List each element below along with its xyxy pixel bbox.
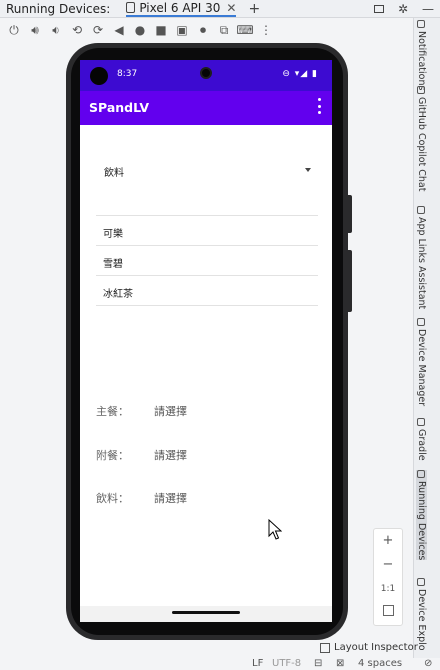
lock-icon[interactable]: ⊟ bbox=[314, 658, 322, 669]
bell-icon bbox=[417, 20, 426, 28]
volume-button bbox=[348, 250, 352, 312]
screen-record-icon[interactable]: ⏺ bbox=[197, 23, 209, 37]
list-item-label: 冰紅茶 bbox=[103, 289, 133, 300]
device-icon bbox=[126, 2, 136, 13]
keyboard-icon[interactable]: ⌨ bbox=[236, 23, 253, 37]
device-manager-icon bbox=[417, 318, 426, 326]
row-value: 請選擇 bbox=[154, 449, 187, 462]
overview-icon[interactable]: ■ bbox=[155, 23, 167, 37]
row-label: 主餐： bbox=[96, 405, 129, 418]
camera-cutout bbox=[90, 67, 108, 85]
tool-window-header: Running Devices: Pixel 6 API 30 ✕ + ✲ — bbox=[0, 0, 440, 18]
fit-screen-icon bbox=[382, 605, 394, 616]
tool-label: Running Devices bbox=[416, 481, 427, 561]
notifications-tool[interactable]: Notifications bbox=[416, 20, 427, 90]
spinner-value: 飲料 bbox=[104, 168, 124, 179]
indent-setting[interactable]: 4 spaces bbox=[358, 658, 402, 669]
gradle-icon bbox=[417, 418, 426, 426]
rotate-left-icon[interactable]: ⟲ bbox=[71, 23, 83, 37]
status-icons: ⊖ ▾◢ ▮ bbox=[282, 69, 318, 79]
zoom-fit-button[interactable] bbox=[374, 601, 402, 625]
layout-inspector-link[interactable]: Layout Inspector bbox=[320, 642, 418, 653]
tool-label: Device Manager bbox=[416, 329, 427, 407]
list-item[interactable]: 可樂 bbox=[96, 215, 318, 246]
zoom-out-button[interactable]: − bbox=[374, 553, 402, 577]
device-explorer-tool[interactable]: Device Explo bbox=[416, 578, 427, 651]
status-bar: 8:37 ⊖ ▾◢ ▮ bbox=[80, 60, 332, 91]
tool-label: Gradle bbox=[416, 429, 427, 461]
device-tab[interactable]: Pixel 6 API 30 ✕ bbox=[126, 0, 237, 17]
zoom-controls: + − 1:1 bbox=[373, 528, 403, 626]
readonly-icon[interactable]: ⊠ bbox=[336, 658, 344, 669]
row-label: 附餐： bbox=[96, 449, 129, 462]
layout-inspector-icon bbox=[320, 642, 330, 653]
zoom-in-button[interactable]: + bbox=[374, 529, 402, 553]
window-layout-icon[interactable] bbox=[373, 4, 384, 13]
row-label: 飲料： bbox=[96, 492, 129, 505]
options-list: 可樂 雪碧 冰紅茶 bbox=[96, 215, 318, 306]
copilot-icon bbox=[417, 86, 426, 94]
row-value: 請選擇 bbox=[154, 405, 187, 418]
power-icon[interactable]: ⏻ bbox=[8, 23, 20, 37]
home-gesture-pill[interactable] bbox=[172, 611, 240, 614]
close-tab-icon[interactable]: ✕ bbox=[226, 1, 236, 15]
memory-indicator-icon[interactable]: ⊘ bbox=[424, 658, 432, 669]
volume-down-icon[interactable]: 🔉︎ bbox=[50, 23, 62, 37]
device-manager-tool[interactable]: Device Manager bbox=[416, 318, 427, 406]
ide-status-bar: LF UTF-8 ⊟ ⊠ 4 spaces ⊘ bbox=[0, 658, 440, 670]
dropdown-arrow-icon bbox=[305, 168, 311, 172]
status-time: 8:37 bbox=[117, 69, 138, 79]
tool-label: Notifications bbox=[416, 31, 427, 91]
tool-label: GitHub Copilot Chat bbox=[416, 97, 427, 192]
mouse-cursor-icon bbox=[268, 519, 282, 540]
line-separator[interactable]: LF bbox=[252, 658, 263, 669]
right-tool-strip: Notifications GitHub Copilot Chat App Li… bbox=[413, 18, 440, 658]
folder-icon bbox=[417, 578, 426, 586]
settings-icon[interactable]: ✲ bbox=[398, 2, 408, 16]
power-button bbox=[348, 195, 352, 233]
tool-label: App Links Assistant bbox=[416, 217, 427, 310]
gesture-nav-bar bbox=[80, 606, 332, 622]
app-bar: SPandLV bbox=[80, 91, 332, 125]
front-camera bbox=[200, 67, 212, 79]
running-devices-label: Running Devices: bbox=[6, 1, 111, 16]
device-screen[interactable]: 8:37 ⊖ ▾◢ ▮ SPandLV 飲料 可樂 雪碧 冰紅茶 主餐： 請選擇… bbox=[80, 60, 332, 622]
layout-inspector-label: Layout Inspector bbox=[334, 642, 418, 653]
device-toolbar: ⏻ 🔊︎ 🔉︎ ⟲ ⟳ ◀ ● ■ ▣ ⏺ ⧉ ⌨ ⋮ bbox=[0, 18, 412, 42]
running-devices-icon bbox=[417, 470, 426, 478]
back-icon[interactable]: ◀ bbox=[113, 23, 125, 37]
rotate-right-icon[interactable]: ⟳ bbox=[92, 23, 104, 37]
device-tab-label: Pixel 6 API 30 bbox=[139, 0, 221, 15]
row-value: 請選擇 bbox=[154, 492, 187, 505]
list-item-label: 可樂 bbox=[103, 229, 123, 240]
mirror-icon[interactable]: ⧉ bbox=[218, 23, 230, 37]
add-device-button[interactable]: + bbox=[248, 1, 260, 17]
home-icon[interactable]: ● bbox=[134, 23, 146, 37]
running-devices-tool[interactable]: Running Devices bbox=[416, 470, 427, 561]
gradle-tool[interactable]: Gradle bbox=[416, 418, 427, 461]
list-item-label: 雪碧 bbox=[103, 259, 123, 270]
screenshot-icon[interactable]: ▣ bbox=[176, 23, 188, 37]
list-item[interactable]: 雪碧 bbox=[96, 246, 318, 276]
file-encoding[interactable]: UTF-8 bbox=[272, 658, 301, 669]
overflow-menu-icon[interactable] bbox=[318, 98, 322, 114]
app-links-tool[interactable]: App Links Assistant bbox=[416, 206, 427, 309]
category-spinner[interactable]: 飲料 bbox=[96, 160, 311, 182]
app-title: SPandLV bbox=[89, 100, 150, 115]
copilot-chat-tool[interactable]: GitHub Copilot Chat bbox=[416, 86, 427, 191]
zoom-actual-size-button[interactable]: 1:1 bbox=[374, 577, 402, 601]
list-item[interactable]: 冰紅茶 bbox=[96, 276, 318, 306]
more-options-icon[interactable]: ⋮ bbox=[260, 23, 272, 37]
minimize-icon[interactable]: — bbox=[422, 2, 434, 16]
link-icon bbox=[417, 206, 426, 214]
volume-up-icon[interactable]: 🔊︎ bbox=[29, 23, 41, 37]
